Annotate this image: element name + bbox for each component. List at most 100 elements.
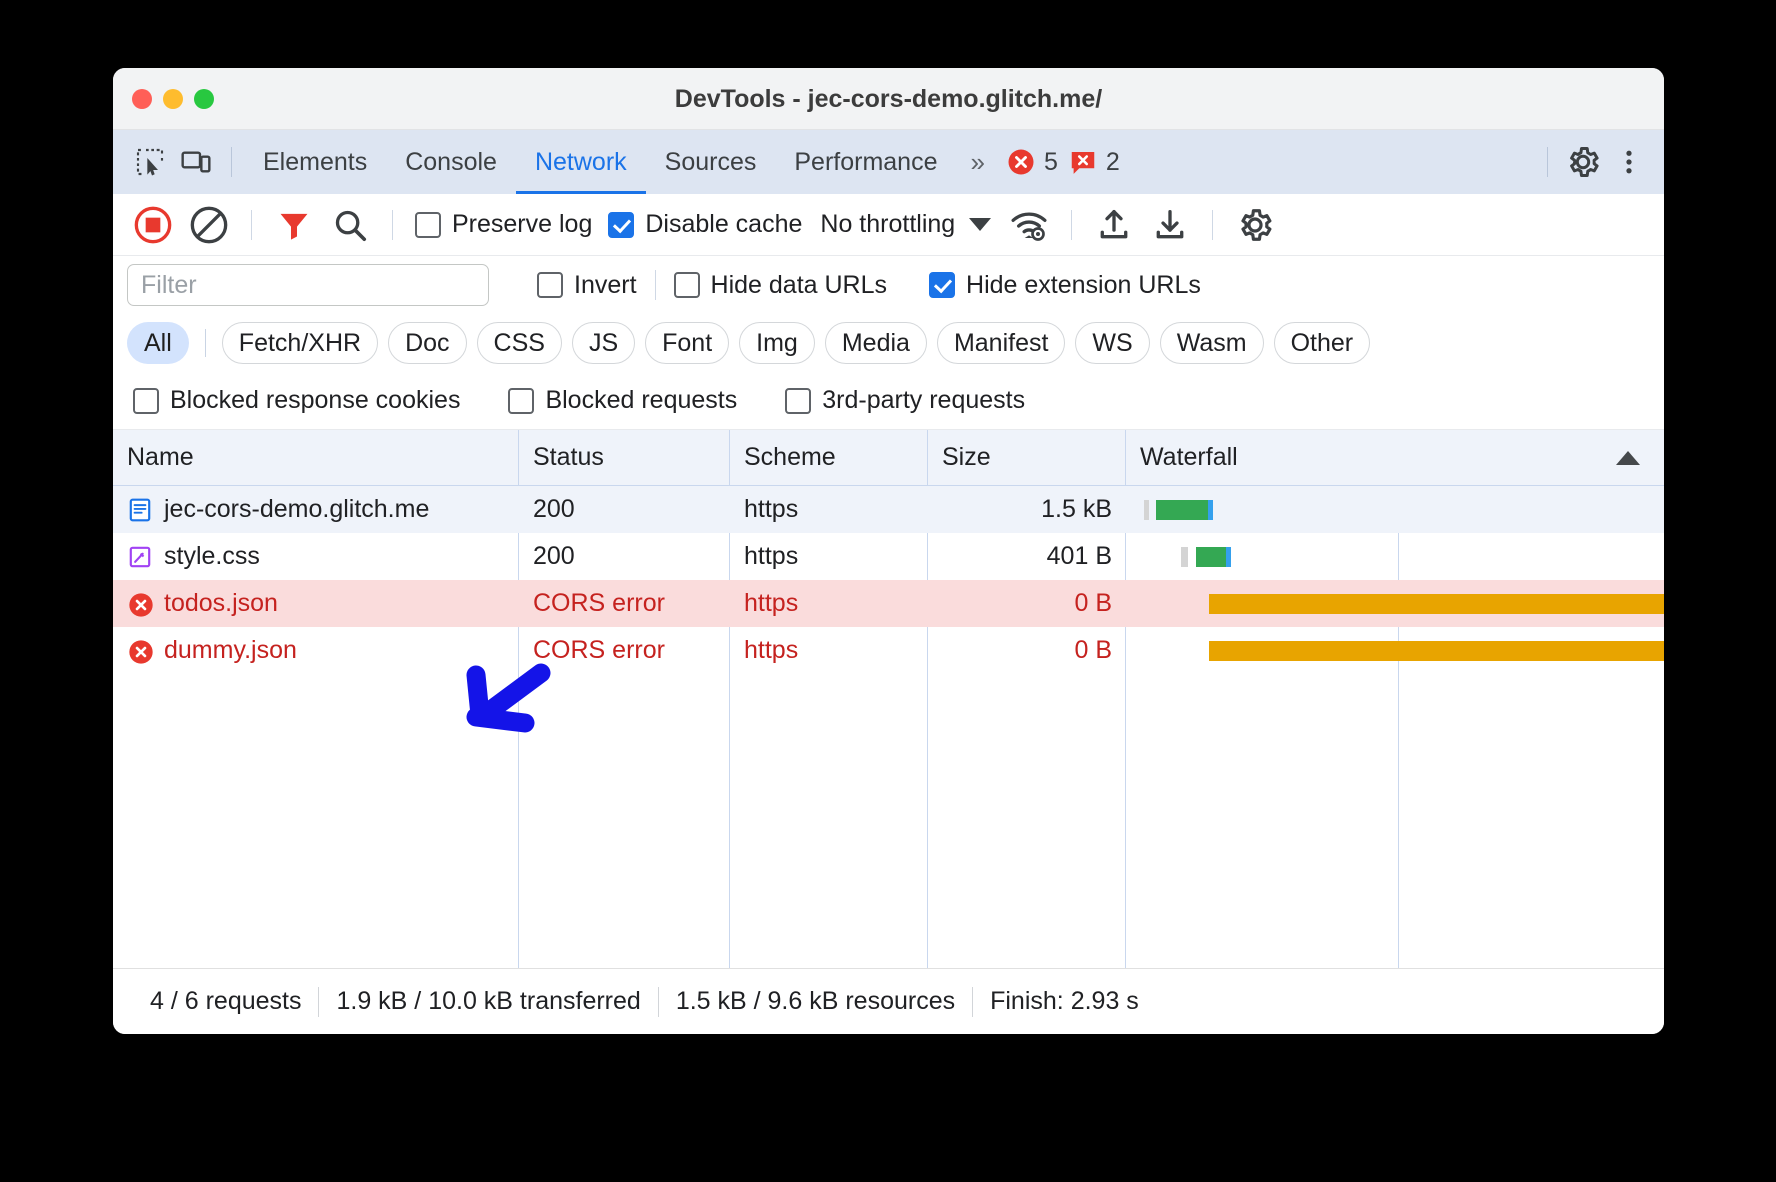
request-name-cell[interactable]: dummy.json — [113, 627, 519, 674]
tab-sources[interactable]: Sources — [646, 130, 776, 194]
blocked-requests-checkbox[interactable]: Blocked requests — [502, 386, 743, 415]
type-filter-media[interactable]: Media — [824, 322, 927, 364]
blocked-response-cookies-checkbox[interactable]: Blocked response cookies — [127, 386, 466, 415]
blocked-filters-row: Blocked response cookies Blocked request… — [113, 372, 1664, 430]
table-header-row: Name Status Scheme Size Waterfall — [113, 430, 1664, 486]
column-header-scheme[interactable]: Scheme — [730, 430, 928, 485]
disable-cache-box[interactable] — [608, 211, 635, 238]
column-header-status[interactable]: Status — [519, 430, 730, 485]
tab-console[interactable]: Console — [386, 130, 516, 194]
table-row[interactable]: style.css 200 https 401 B — [113, 533, 1664, 580]
error-circle-icon — [127, 638, 153, 664]
type-filter-doc[interactable]: Doc — [388, 322, 467, 364]
column-header-size[interactable]: Size — [928, 430, 1126, 485]
network-toolbar: Preserve log Disable cache No throttling — [113, 194, 1664, 256]
table-row[interactable]: dummy.json CORS error https 0 B — [113, 627, 1664, 674]
third-party-requests-checkbox[interactable]: 3rd-party requests — [779, 386, 1031, 415]
type-filter-wasm[interactable]: Wasm — [1159, 322, 1264, 364]
invert-box[interactable] — [537, 272, 563, 298]
type-filter-font[interactable]: Font — [645, 322, 730, 364]
filter-funnel-icon[interactable] — [268, 199, 320, 251]
error-circle-icon — [127, 591, 153, 617]
tab-elements[interactable]: Elements — [244, 130, 386, 194]
kebab-menu-icon[interactable] — [1606, 139, 1652, 185]
gear-icon[interactable] — [1560, 139, 1606, 185]
devtools-tabbar: Elements Console Network Sources Perform… — [113, 130, 1664, 194]
sort-ascending-triangle-icon[interactable] — [1616, 450, 1640, 465]
preserve-log-box[interactable] — [415, 211, 441, 238]
disable-cache-checkbox[interactable]: Disable cache — [602, 210, 808, 239]
request-scheme-cell: https — [744, 542, 799, 570]
finish-time-label: Finish: 2.93 s — [990, 987, 1139, 1015]
type-filter-ws[interactable]: WS — [1075, 322, 1150, 364]
hide-extension-urls-box[interactable] — [929, 272, 956, 298]
clear-icon[interactable] — [183, 199, 235, 251]
waterfall-queue-bar — [1181, 547, 1188, 567]
request-name-cell[interactable]: todos.json — [113, 580, 519, 627]
warning-counter[interactable]: 2 — [1068, 147, 1120, 177]
type-filter-other[interactable]: Other — [1273, 322, 1371, 364]
network-settings-gear-icon[interactable] — [1229, 199, 1281, 251]
request-name-label: todos.json — [164, 589, 278, 617]
hide-extension-urls-label: Hide extension URLs — [966, 270, 1201, 299]
hide-data-urls-label: Hide data URLs — [710, 270, 888, 299]
type-filter-img[interactable]: Img — [739, 322, 815, 364]
tabbar-right-actions — [1535, 139, 1664, 185]
search-icon[interactable] — [324, 199, 376, 251]
waterfall-duration-bar — [1196, 547, 1226, 567]
table-row[interactable]: todos.json CORS error https 0 B — [113, 580, 1664, 627]
hide-extension-urls-checkbox[interactable]: Hide extension URLs — [923, 271, 1207, 300]
third-party-requests-label: 3rd-party requests — [822, 386, 1026, 414]
download-har-icon[interactable] — [1144, 199, 1196, 251]
tab-network[interactable]: Network — [516, 130, 646, 194]
type-filter-all[interactable]: All — [127, 322, 189, 364]
device-toolbar-icon[interactable] — [173, 139, 219, 185]
request-waterfall-cell — [1126, 533, 1664, 580]
waterfall-duration-bar — [1156, 500, 1208, 520]
error-circle-icon — [1008, 149, 1034, 175]
invert-checkbox[interactable]: Invert — [531, 271, 643, 300]
table-row[interactable]: jec-cors-demo.glitch.me 200 https 1.5 kB — [113, 486, 1664, 533]
error-count-label: 5 — [1043, 147, 1058, 176]
chevron-down-icon[interactable] — [969, 218, 992, 231]
request-size-cell: 1.5 kB — [1041, 495, 1112, 523]
third-party-requests-box[interactable] — [785, 387, 812, 414]
upload-har-icon[interactable] — [1088, 199, 1140, 251]
request-scheme-cell: https — [744, 636, 799, 664]
request-name-cell[interactable]: style.css — [113, 533, 519, 580]
preserve-log-checkbox[interactable]: Preserve log — [409, 210, 598, 239]
error-counter[interactable]: 5 — [1006, 147, 1058, 177]
record-stop-icon[interactable] — [127, 199, 179, 251]
hide-data-urls-box[interactable] — [673, 272, 700, 298]
inspect-element-icon[interactable] — [127, 139, 173, 185]
more-tabs-icon[interactable]: » — [956, 147, 995, 178]
requests-table: Name Status Scheme Size Waterfall jec-co… — [113, 430, 1664, 968]
tabbar-right-divider — [1547, 147, 1548, 177]
type-filter-fetch-xhr[interactable]: Fetch/XHR — [221, 322, 379, 364]
blocked-requests-box[interactable] — [508, 387, 535, 414]
type-filter-js[interactable]: JS — [571, 322, 636, 364]
request-status-cell: 200 — [533, 542, 575, 570]
request-name-cell[interactable]: jec-cors-demo.glitch.me — [113, 486, 519, 533]
pill-divider — [204, 329, 206, 357]
hide-data-urls-checkbox[interactable]: Hide data URLs — [668, 271, 893, 300]
request-status-cell: CORS error — [533, 589, 665, 617]
waterfall-download-bar — [1226, 547, 1231, 567]
request-status-cell: 200 — [533, 495, 575, 523]
type-filter-css[interactable]: CSS — [476, 322, 562, 364]
filter-input[interactable] — [127, 264, 489, 306]
stylesheet-icon — [127, 544, 153, 570]
tab-performance[interactable]: Performance — [775, 130, 956, 194]
toolbar-divider-3 — [1071, 209, 1073, 240]
wifi-settings-icon[interactable] — [1003, 199, 1055, 251]
waterfall-duration-bar — [1209, 641, 1664, 661]
blocked-response-cookies-box[interactable] — [133, 387, 159, 414]
column-header-waterfall[interactable]: Waterfall — [1126, 430, 1664, 485]
invert-label: Invert — [574, 270, 637, 299]
column-header-name[interactable]: Name — [113, 430, 519, 485]
resource-type-filters: All Fetch/XHR Doc CSS JS Font Img Media … — [113, 314, 1664, 372]
throttling-dropdown[interactable]: No throttling — [812, 210, 999, 239]
type-filter-manifest[interactable]: Manifest — [936, 322, 1066, 364]
network-status-bar: 4 / 6 requests 1.9 kB / 10.0 kB transfer… — [113, 968, 1664, 1034]
warning-count-label: 2 — [1105, 147, 1120, 176]
